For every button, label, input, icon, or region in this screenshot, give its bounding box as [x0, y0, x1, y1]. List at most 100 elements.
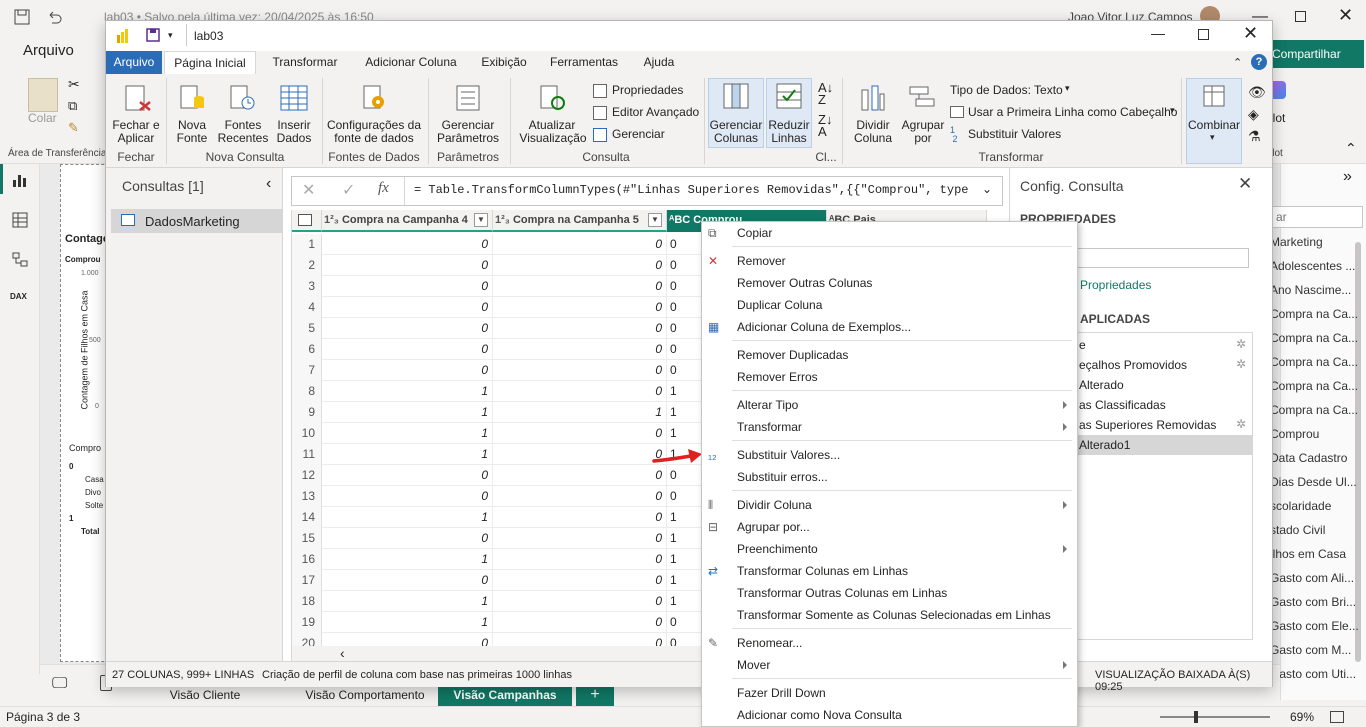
sort-desc-icon[interactable]: Z↓ A — [818, 113, 832, 138]
cell[interactable]: 0 — [493, 465, 667, 486]
manage-button[interactable]: Gerenciar — [612, 127, 665, 141]
tab-ajuda[interactable]: Ajuda — [634, 51, 684, 74]
field-item[interactable]: Gasto com M... — [1270, 643, 1351, 657]
sort-asc-icon[interactable]: A↓ Z — [818, 81, 833, 106]
cell[interactable]: 1 — [322, 423, 493, 444]
cell[interactable]: 0 — [493, 612, 667, 633]
cell[interactable]: 0 — [322, 360, 493, 381]
tab-arquivo[interactable]: Arquivo — [106, 51, 162, 74]
cell[interactable]: 0 — [493, 570, 667, 591]
group-by-icon[interactable] — [908, 84, 936, 112]
pq-close-icon[interactable]: ✕ — [1243, 23, 1258, 44]
cell[interactable]: 0 — [493, 444, 667, 465]
fx-icon[interactable]: fx — [378, 180, 389, 197]
refresh-preview-label2[interactable]: Visualização — [511, 132, 595, 145]
fields-search[interactable]: ar — [1271, 206, 1363, 228]
menu-item-unpivot-other-columns[interactable]: Transformar Outras Colunas em Linhas — [702, 582, 1077, 604]
field-item[interactable]: Compra na Ca... — [1270, 307, 1358, 321]
menu-item-change-type[interactable]: Alterar Tipo — [702, 394, 1077, 416]
cell[interactable]: 1 — [322, 612, 493, 633]
format-painter-icon[interactable]: ✎ — [68, 120, 79, 136]
split-column-label2[interactable]: Coluna — [848, 132, 898, 145]
menu-item-transform[interactable]: Transformar — [702, 416, 1077, 438]
undo-icon[interactable] — [46, 9, 62, 25]
manage-params-label2[interactable]: Parâmetros — [426, 132, 510, 145]
field-item[interactable]: Dias Desde Ul... — [1270, 475, 1357, 489]
save-icon[interactable] — [14, 9, 30, 25]
menu-item-group-by[interactable]: ⊟ Agrupar por... — [702, 516, 1077, 538]
properties-button[interactable]: Propriedades — [612, 83, 683, 97]
copy-icon[interactable]: ⧉ — [68, 98, 77, 114]
maximize-icon[interactable] — [1295, 11, 1306, 22]
menu-item-replace-errors[interactable]: Substituir erros... — [702, 466, 1077, 488]
cell[interactable]: 0 — [322, 297, 493, 318]
field-item[interactable]: Gasto com Bri... — [1270, 595, 1356, 609]
cell[interactable]: 1 — [322, 444, 493, 465]
cell[interactable]: 0 — [322, 318, 493, 339]
field-item[interactable]: Gasto com Ali... — [1270, 571, 1354, 585]
replace-values-button[interactable]: Substituir Valores — [968, 127, 1061, 141]
manage-icon[interactable] — [593, 128, 607, 142]
status-profiling[interactable]: Criação de perfil de coluna com base nas… — [262, 669, 572, 681]
recent-sources-label2[interactable]: Recentes — [214, 132, 272, 145]
menu-item-rename[interactable]: ✎ Renomear... — [702, 632, 1077, 654]
menu-item-add-column-from-examples[interactable]: ▦ Adicionar Coluna de Exemplos... — [702, 316, 1077, 338]
menu-item-remove-errors[interactable]: Remover Erros — [702, 366, 1077, 388]
cell[interactable]: 0 — [493, 381, 667, 402]
paste-icon[interactable] — [28, 78, 58, 112]
field-item[interactable]: stado Civil — [1270, 523, 1325, 537]
cancel-formula-icon[interactable]: ✕ — [302, 180, 315, 200]
zoom-thumb[interactable] — [1194, 711, 1198, 723]
cell[interactable]: 1 — [493, 402, 667, 423]
tab-transformar[interactable]: Transformar — [263, 51, 347, 74]
field-item[interactable]: Data Cadastro — [1270, 451, 1347, 465]
cell[interactable]: 0 — [493, 297, 667, 318]
field-item[interactable]: Ano Nascime... — [1270, 283, 1351, 297]
first-row-header-button[interactable]: Usar a Primeira Linha como Cabeçalho — [968, 105, 1177, 119]
collapse-ribbon-icon[interactable]: ⌃ — [1345, 140, 1357, 157]
field-item[interactable]: Gasto com Ele... — [1270, 619, 1359, 633]
close-settings-icon[interactable]: ✕ — [1238, 174, 1252, 194]
field-item[interactable]: Compra na Ca... — [1270, 379, 1358, 393]
field-item[interactable]: Adolescentes ... — [1270, 259, 1355, 273]
cell[interactable]: 0 — [322, 570, 493, 591]
field-item[interactable]: ilhos em Casa — [1270, 547, 1346, 561]
formula-text[interactable]: = Table.TransformColumnTypes(#"Linhas Su… — [414, 183, 969, 197]
tab-adicionar-coluna[interactable]: Adicionar Coluna — [356, 51, 466, 74]
advanced-editor-button[interactable]: Editor Avançado — [612, 105, 699, 119]
field-item[interactable]: Compra na Ca... — [1270, 403, 1358, 417]
collapse-queries-icon[interactable]: ‹ — [266, 175, 271, 193]
cell[interactable]: 0 — [322, 276, 493, 297]
cell[interactable]: 1 — [322, 591, 493, 612]
menu-item-remove-other-columns[interactable]: Remover Outras Colunas — [702, 272, 1077, 294]
close-apply-label2[interactable]: Aplicar — [112, 132, 160, 145]
cell[interactable]: 0 — [493, 318, 667, 339]
cell[interactable]: 0 — [322, 255, 493, 276]
azure-ml-icon[interactable]: ⚗ — [1248, 128, 1261, 145]
pq-maximize-icon[interactable] — [1198, 29, 1209, 40]
field-item[interactable]: Gasto com Uti... — [1270, 667, 1356, 681]
cell[interactable]: 0 — [493, 255, 667, 276]
cut-icon[interactable]: ✂ — [68, 76, 80, 93]
menu-item-duplicate-column[interactable]: Duplicar Coluna — [702, 294, 1077, 316]
cell[interactable]: 1 — [322, 507, 493, 528]
cell[interactable]: 0 — [322, 486, 493, 507]
query-item[interactable]: DadosMarketing — [111, 209, 283, 233]
advanced-editor-icon[interactable] — [593, 106, 607, 120]
column-header[interactable]: 1²₃ Compra na Campanha 5 ▼ — [493, 210, 667, 232]
dax-view-icon[interactable]: DAX — [10, 292, 27, 301]
menu-item-unpivot-columns[interactable]: ⇄ Transformar Colunas em Linhas — [702, 560, 1077, 582]
eye-icon[interactable]: 👁 — [1248, 84, 1266, 101]
new-source-icon[interactable] — [178, 84, 206, 112]
expand-formula-icon[interactable]: ⌄ — [982, 182, 992, 196]
field-item[interactable]: Compra na Ca... — [1270, 355, 1358, 369]
new-source-label2[interactable]: Fonte — [170, 132, 214, 145]
split-column-icon[interactable] — [858, 84, 886, 112]
all-properties-link[interactable]: Propriedades — [1080, 278, 1151, 292]
enter-data-icon[interactable] — [280, 84, 308, 112]
tab-exibicao[interactable]: Exibição — [474, 51, 534, 74]
group-by-label2[interactable]: por — [900, 132, 946, 145]
zoom-slider[interactable] — [1160, 716, 1270, 718]
desktop-layout-icon[interactable]: 🖵 — [52, 675, 67, 693]
cell[interactable]: 1 — [322, 402, 493, 423]
